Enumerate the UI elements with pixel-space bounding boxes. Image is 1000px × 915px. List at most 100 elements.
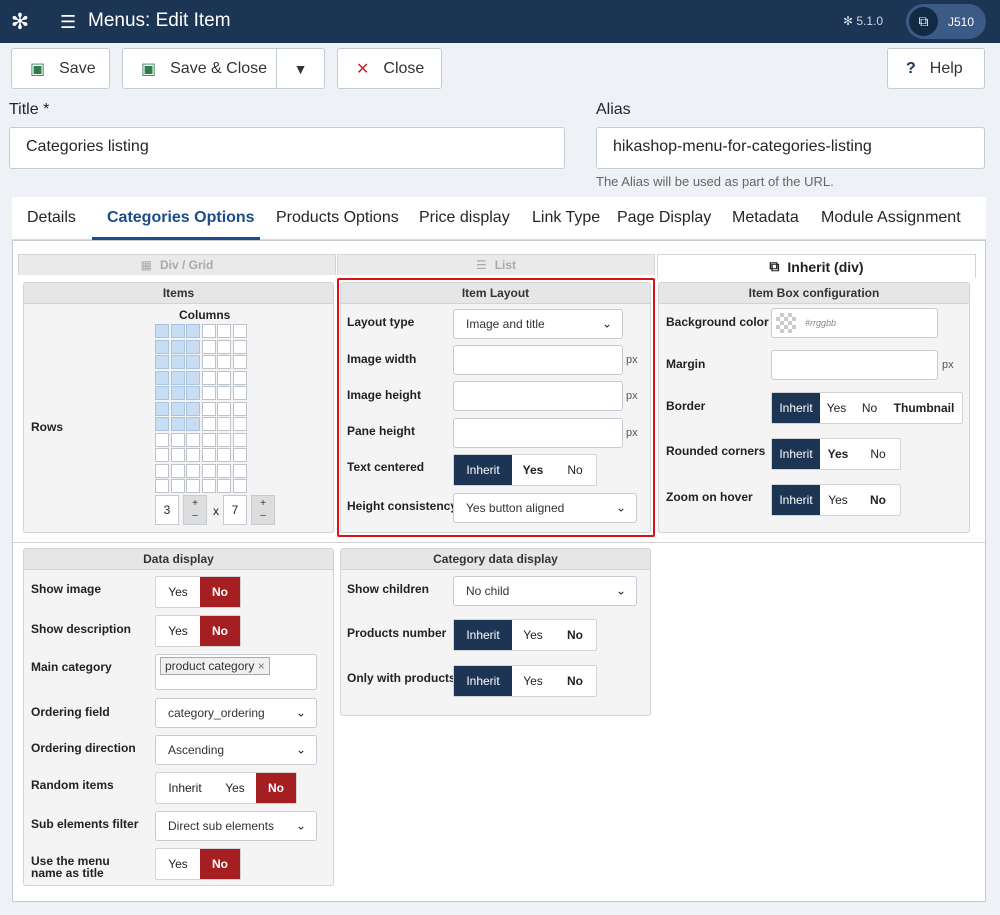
grid-cell[interactable]	[170, 339, 185, 354]
grid-cell[interactable]	[201, 355, 216, 369]
grid-cell[interactable]	[201, 463, 216, 478]
grid-cell[interactable]	[232, 355, 247, 369]
grid-cell[interactable]	[170, 324, 185, 338]
grid-cell[interactable]	[201, 401, 216, 416]
grid-cell[interactable]	[186, 355, 200, 369]
option-yes[interactable]: Yes	[820, 485, 856, 515]
save-dropdown-button[interactable]: ▼	[276, 48, 325, 89]
zoom-toggle[interactable]: Inherit Yes No	[771, 484, 901, 516]
option-no[interactable]: No	[554, 620, 596, 650]
save-button[interactable]: ▣ Save	[11, 48, 110, 89]
tab-link-type[interactable]: Link Type	[532, 209, 600, 227]
grid-cell[interactable]	[201, 370, 216, 385]
grid-cell[interactable]	[186, 479, 200, 493]
grid-cell[interactable]	[217, 386, 231, 400]
rows-stepper[interactable]: + –	[251, 495, 275, 525]
help-button[interactable]: ? Help	[887, 48, 985, 89]
grid-cell[interactable]	[232, 479, 247, 493]
grid-cell[interactable]	[232, 339, 247, 354]
grid-cell[interactable]	[217, 417, 231, 431]
option-yes[interactable]: Yes	[512, 666, 554, 696]
grid-cell[interactable]	[186, 401, 200, 416]
save-close-button[interactable]: ▣ Save & Close	[122, 48, 277, 89]
alias-input[interactable]: hikashop-menu-for-categories-listing	[596, 127, 985, 169]
option-no[interactable]: No	[200, 616, 240, 646]
grid-cell[interactable]	[155, 324, 169, 338]
grid-cell[interactable]	[217, 370, 231, 385]
grid-cell[interactable]	[155, 355, 169, 369]
option-no[interactable]: No	[554, 666, 596, 696]
layout-tab-inherit[interactable]: ⧉ Inherit (div)	[657, 254, 976, 278]
joomla-icon[interactable]: ✻	[0, 0, 40, 43]
tab-price-display[interactable]: Price display	[419, 209, 510, 227]
grid-cell[interactable]	[170, 417, 185, 431]
tab-products-options[interactable]: Products Options	[276, 209, 399, 227]
sub-elements-filter-select[interactable]: Direct sub elements ⌄	[155, 811, 317, 841]
tab-page-display[interactable]: Page Display	[617, 209, 711, 227]
grid-cell[interactable]	[170, 401, 185, 416]
grid-cell[interactable]	[201, 386, 216, 400]
grid-cell[interactable]	[155, 370, 169, 385]
grid-cell[interactable]	[155, 432, 169, 447]
grid-cell[interactable]	[186, 386, 200, 400]
grid-cell[interactable]	[155, 339, 169, 354]
only-with-products-toggle[interactable]: Inherit Yes No	[453, 665, 597, 697]
tab-categories-options[interactable]: Categories Options	[107, 209, 255, 227]
option-no[interactable]: No	[856, 485, 900, 515]
columns-value[interactable]: 3	[155, 495, 179, 525]
grid-cell[interactable]	[170, 448, 185, 462]
columns-stepper[interactable]: + –	[183, 495, 207, 525]
grid-cell[interactable]	[232, 386, 247, 400]
layout-tab-list[interactable]: ☰ List	[337, 254, 655, 275]
grid-cell[interactable]	[217, 479, 231, 493]
grid-cell[interactable]	[217, 339, 231, 354]
option-yes[interactable]: Yes	[156, 616, 200, 646]
grid-cell[interactable]	[217, 463, 231, 478]
option-no[interactable]: No	[256, 773, 296, 803]
grid-size-selector[interactable]	[155, 324, 247, 493]
grid-cell[interactable]	[217, 324, 231, 338]
grid-cell[interactable]	[170, 479, 185, 493]
grid-cell[interactable]	[155, 386, 169, 400]
tab-details[interactable]: Details	[27, 209, 76, 227]
tag-remove-icon[interactable]: ×	[258, 659, 265, 673]
grid-cell[interactable]	[170, 355, 185, 369]
grid-cell[interactable]	[170, 386, 185, 400]
option-inherit[interactable]: Inherit	[156, 773, 214, 803]
grid-cell[interactable]	[186, 463, 200, 478]
option-yes[interactable]: Yes	[820, 439, 856, 469]
option-thumbnail[interactable]: Thumbnail	[886, 393, 962, 423]
grid-cell[interactable]	[170, 432, 185, 447]
grid-cell[interactable]	[232, 448, 247, 462]
option-no[interactable]: No	[853, 393, 886, 423]
grid-cell[interactable]	[170, 370, 185, 385]
tab-metadata[interactable]: Metadata	[732, 209, 799, 227]
option-inherit[interactable]: Inherit	[772, 439, 820, 469]
grid-cell[interactable]	[186, 324, 200, 338]
close-button[interactable]: ✕ Close	[337, 48, 442, 89]
grid-cell[interactable]	[201, 432, 216, 447]
grid-cell[interactable]	[155, 401, 169, 416]
ordering-direction-select[interactable]: Ascending ⌄	[155, 735, 317, 765]
grid-cell[interactable]	[201, 448, 216, 462]
products-number-toggle[interactable]: Inherit Yes No	[453, 619, 597, 651]
option-yes[interactable]: Yes	[156, 577, 200, 607]
option-yes[interactable]: Yes	[214, 773, 256, 803]
grid-cell[interactable]	[186, 432, 200, 447]
option-no[interactable]: No	[200, 849, 240, 879]
category-tag[interactable]: product category ×	[160, 657, 270, 675]
option-inherit[interactable]: Inherit	[772, 485, 820, 515]
grid-cell[interactable]	[201, 417, 216, 431]
grid-cell[interactable]	[232, 370, 247, 385]
grid-cell[interactable]	[232, 417, 247, 431]
grid-cell[interactable]	[217, 432, 231, 447]
grid-cell[interactable]	[201, 324, 216, 338]
bg-color-input[interactable]: #rrggbb	[771, 308, 938, 338]
option-inherit[interactable]: Inherit	[772, 393, 820, 423]
grid-cell[interactable]	[155, 479, 169, 493]
border-toggle[interactable]: Inherit Yes No Thumbnail	[771, 392, 963, 424]
option-yes[interactable]: Yes	[156, 849, 200, 879]
option-yes[interactable]: Yes	[512, 620, 554, 650]
option-no[interactable]: No	[856, 439, 900, 469]
layout-tab-div-grid[interactable]: ▦ Div / Grid	[18, 254, 336, 275]
